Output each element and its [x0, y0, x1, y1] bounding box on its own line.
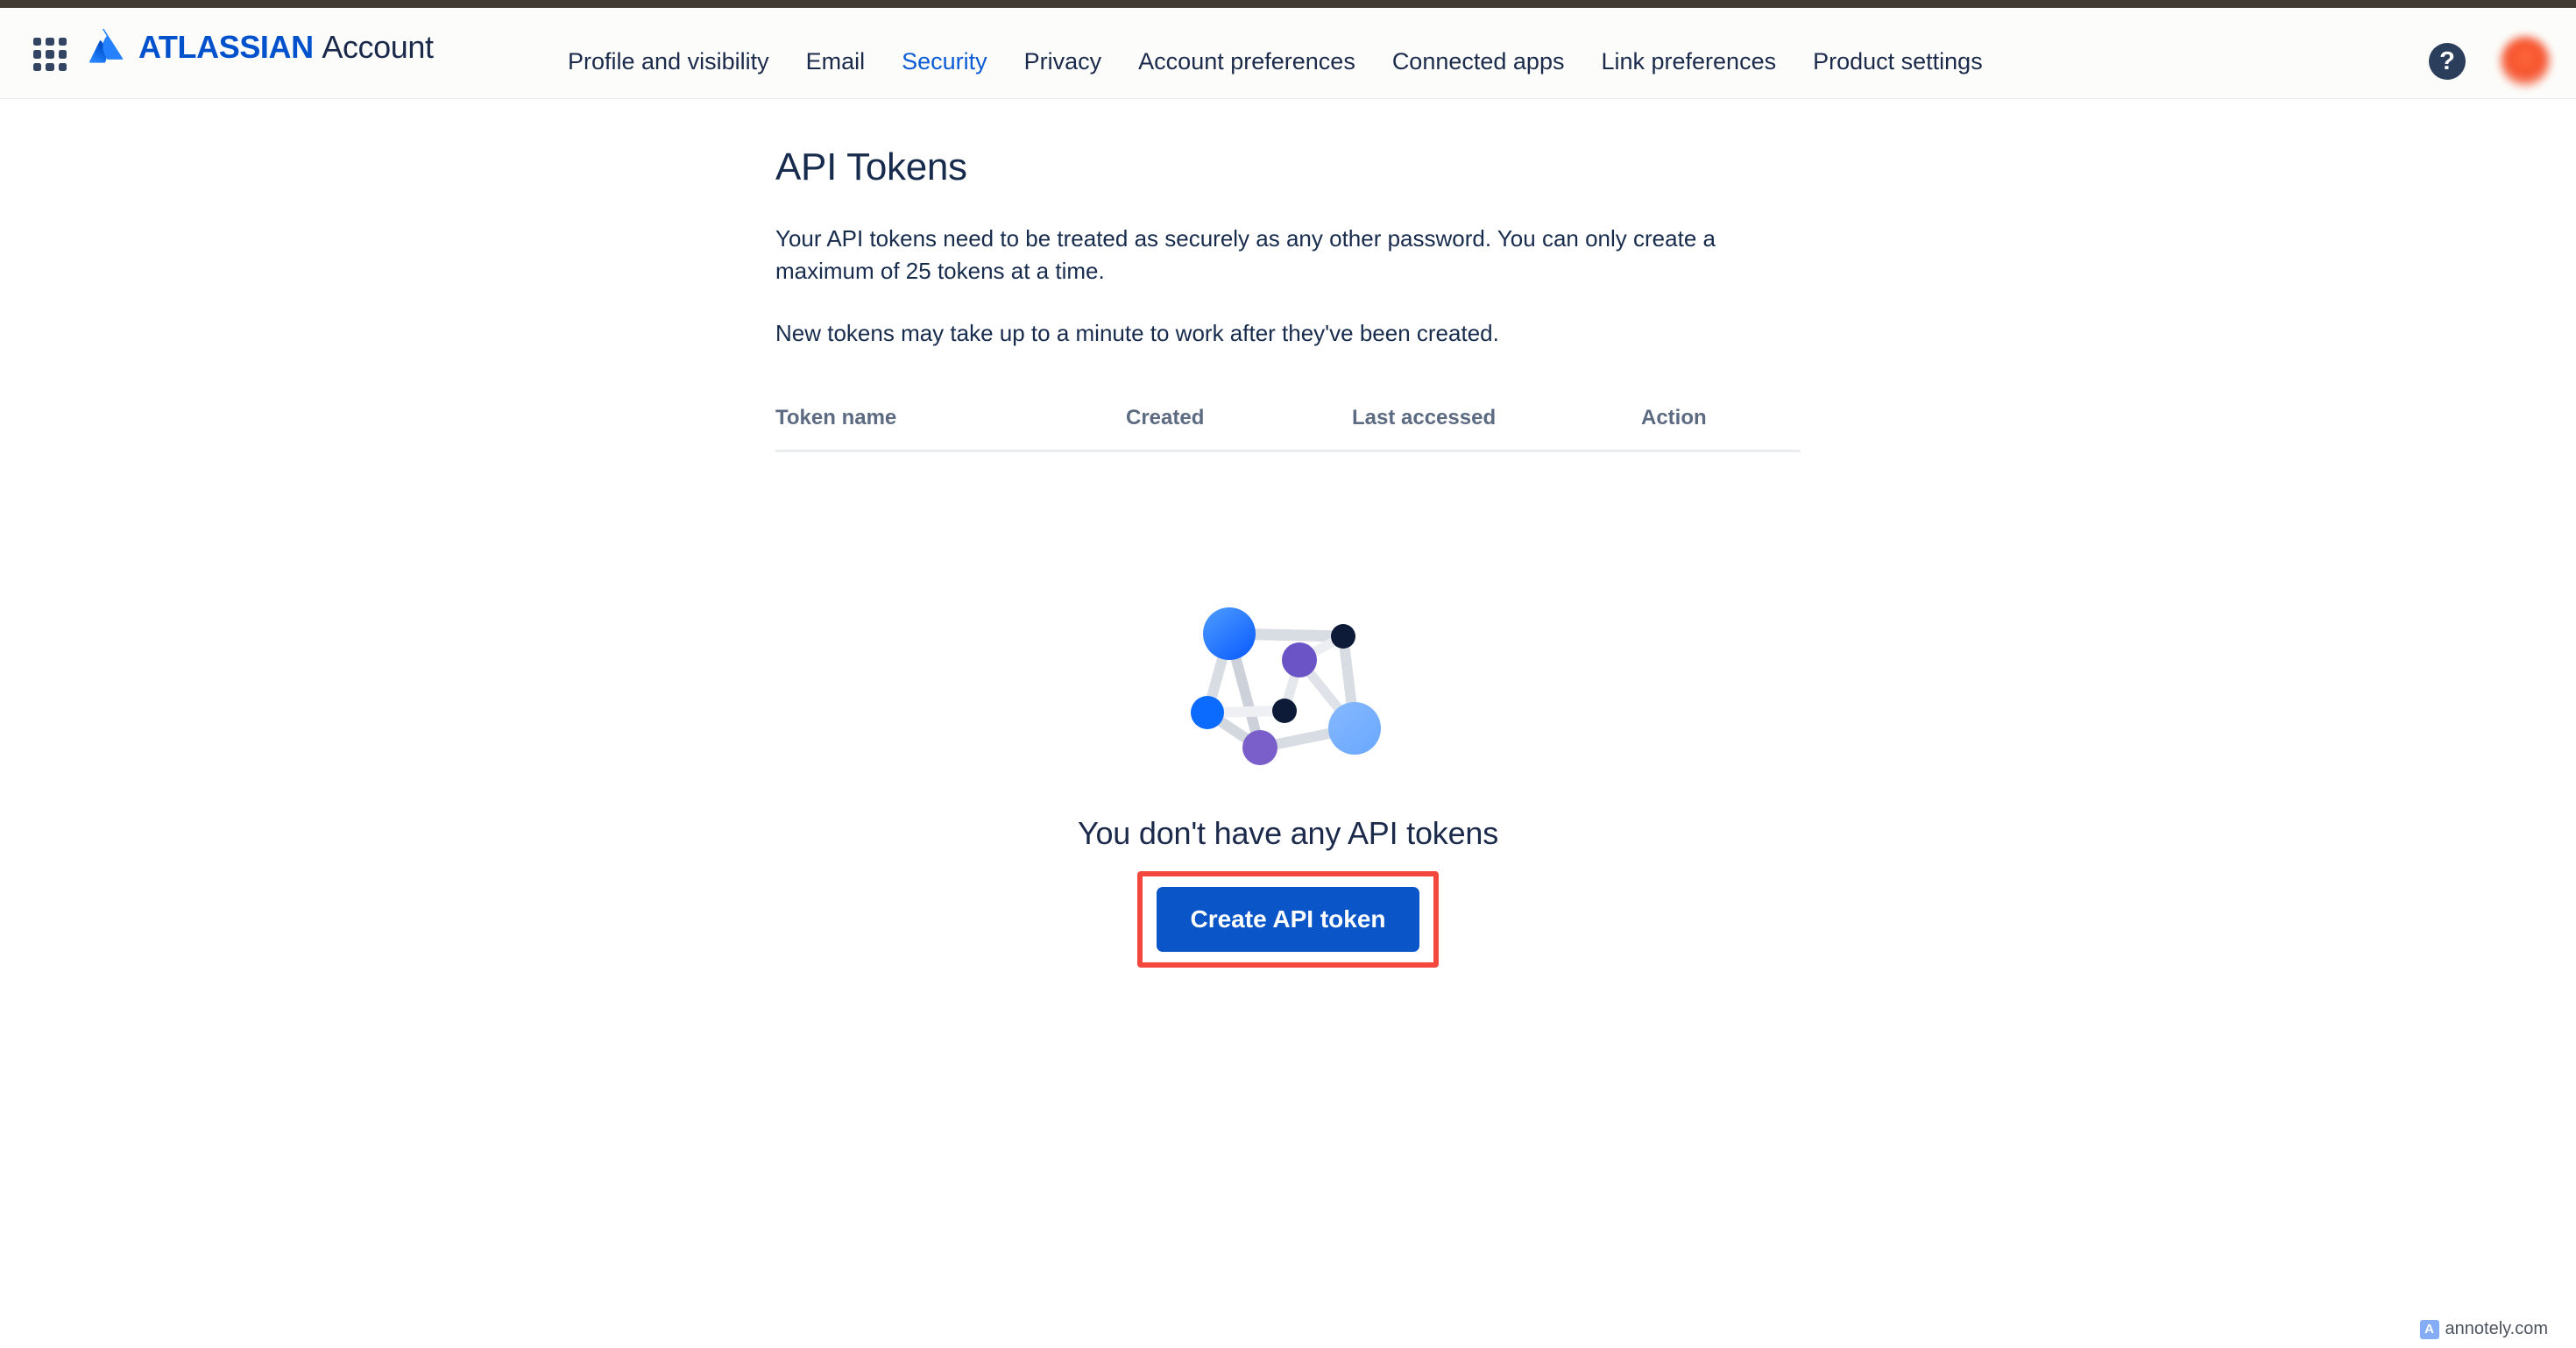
- nav-item-email[interactable]: Email: [788, 16, 884, 107]
- nav-item-product-settings[interactable]: Product settings: [1794, 16, 2001, 107]
- nav-item-connected-apps[interactable]: Connected apps: [1374, 16, 1583, 107]
- annotely-logo-icon: A: [2419, 1319, 2439, 1339]
- node-blue-left: [1190, 696, 1224, 729]
- avatar[interactable]: [2501, 37, 2550, 86]
- network-graph-illustration: [1190, 607, 1381, 765]
- api-tokens-section: API Tokens Your API tokens need to be tr…: [775, 99, 1801, 452]
- node-purple-lower: [1242, 730, 1277, 765]
- brand-title: ATLASSIAN Account: [138, 32, 434, 63]
- nav-item-privacy[interactable]: Privacy: [1006, 16, 1121, 107]
- empty-state-title: You don't have any API tokens: [1077, 815, 1499, 851]
- nav-item-profile-and-visibility[interactable]: Profile and visibility: [549, 16, 788, 107]
- global-header: ATLASSIAN Account Profile and visibility…: [0, 8, 2576, 107]
- node-dark-center: [1271, 699, 1297, 723]
- column-header-created: Created: [1126, 405, 1205, 429]
- create-api-token-button[interactable]: Create API token: [1157, 887, 1419, 952]
- browser-chrome-strip: [0, 0, 2576, 8]
- column-header-action: Action: [1641, 405, 1707, 429]
- help-question-icon[interactable]: ?: [2429, 43, 2466, 80]
- description-paragraph-1: Your API tokens need to be treated as se…: [775, 225, 1716, 284]
- primary-nav: Profile and visibility Email Security Pr…: [549, 16, 2001, 107]
- description-paragraph-2: New tokens may take up to a minute to wo…: [775, 319, 1499, 346]
- page-title: API Tokens: [775, 145, 967, 188]
- brand-bold-text: ATLASSIAN: [138, 29, 314, 65]
- brand-home-link[interactable]: ATLASSIAN Account: [89, 29, 434, 66]
- node-large-lightblue: [1327, 702, 1381, 755]
- table-header-row: Token name Created Last accessed Action: [775, 406, 1801, 451]
- column-header-token-name: Token name: [775, 405, 897, 429]
- column-header-last-accessed: Last accessed: [1352, 405, 1497, 429]
- nav-item-link-preferences[interactable]: Link preferences: [1582, 16, 1794, 107]
- atlassian-logo-icon: [89, 29, 124, 63]
- nav-item-account-preferences[interactable]: Account preferences: [1120, 16, 1374, 107]
- grid-apps-icon[interactable]: [32, 36, 68, 73]
- node-large-blue: [1202, 607, 1256, 660]
- cta-highlight-wrapper: Create API token: [1137, 871, 1439, 968]
- node-dark-upper: [1330, 624, 1355, 649]
- watermark-text: annotely.com: [2445, 1319, 2548, 1338]
- header-actions: ?: [2429, 16, 2550, 107]
- empty-state: You don't have any API tokens Create API…: [775, 599, 1801, 968]
- nav-item-security[interactable]: Security: [883, 16, 1006, 107]
- main-content: API Tokens Your API tokens need to be tr…: [0, 99, 2576, 1348]
- watermark: A annotely.com: [2419, 1319, 2548, 1339]
- node-purple-upper: [1281, 642, 1317, 678]
- table-header: Token name Created Last accessed Action: [775, 406, 1801, 451]
- brand-regular-text: Account: [322, 29, 434, 65]
- api-tokens-table: Token name Created Last accessed Action: [775, 406, 1801, 452]
